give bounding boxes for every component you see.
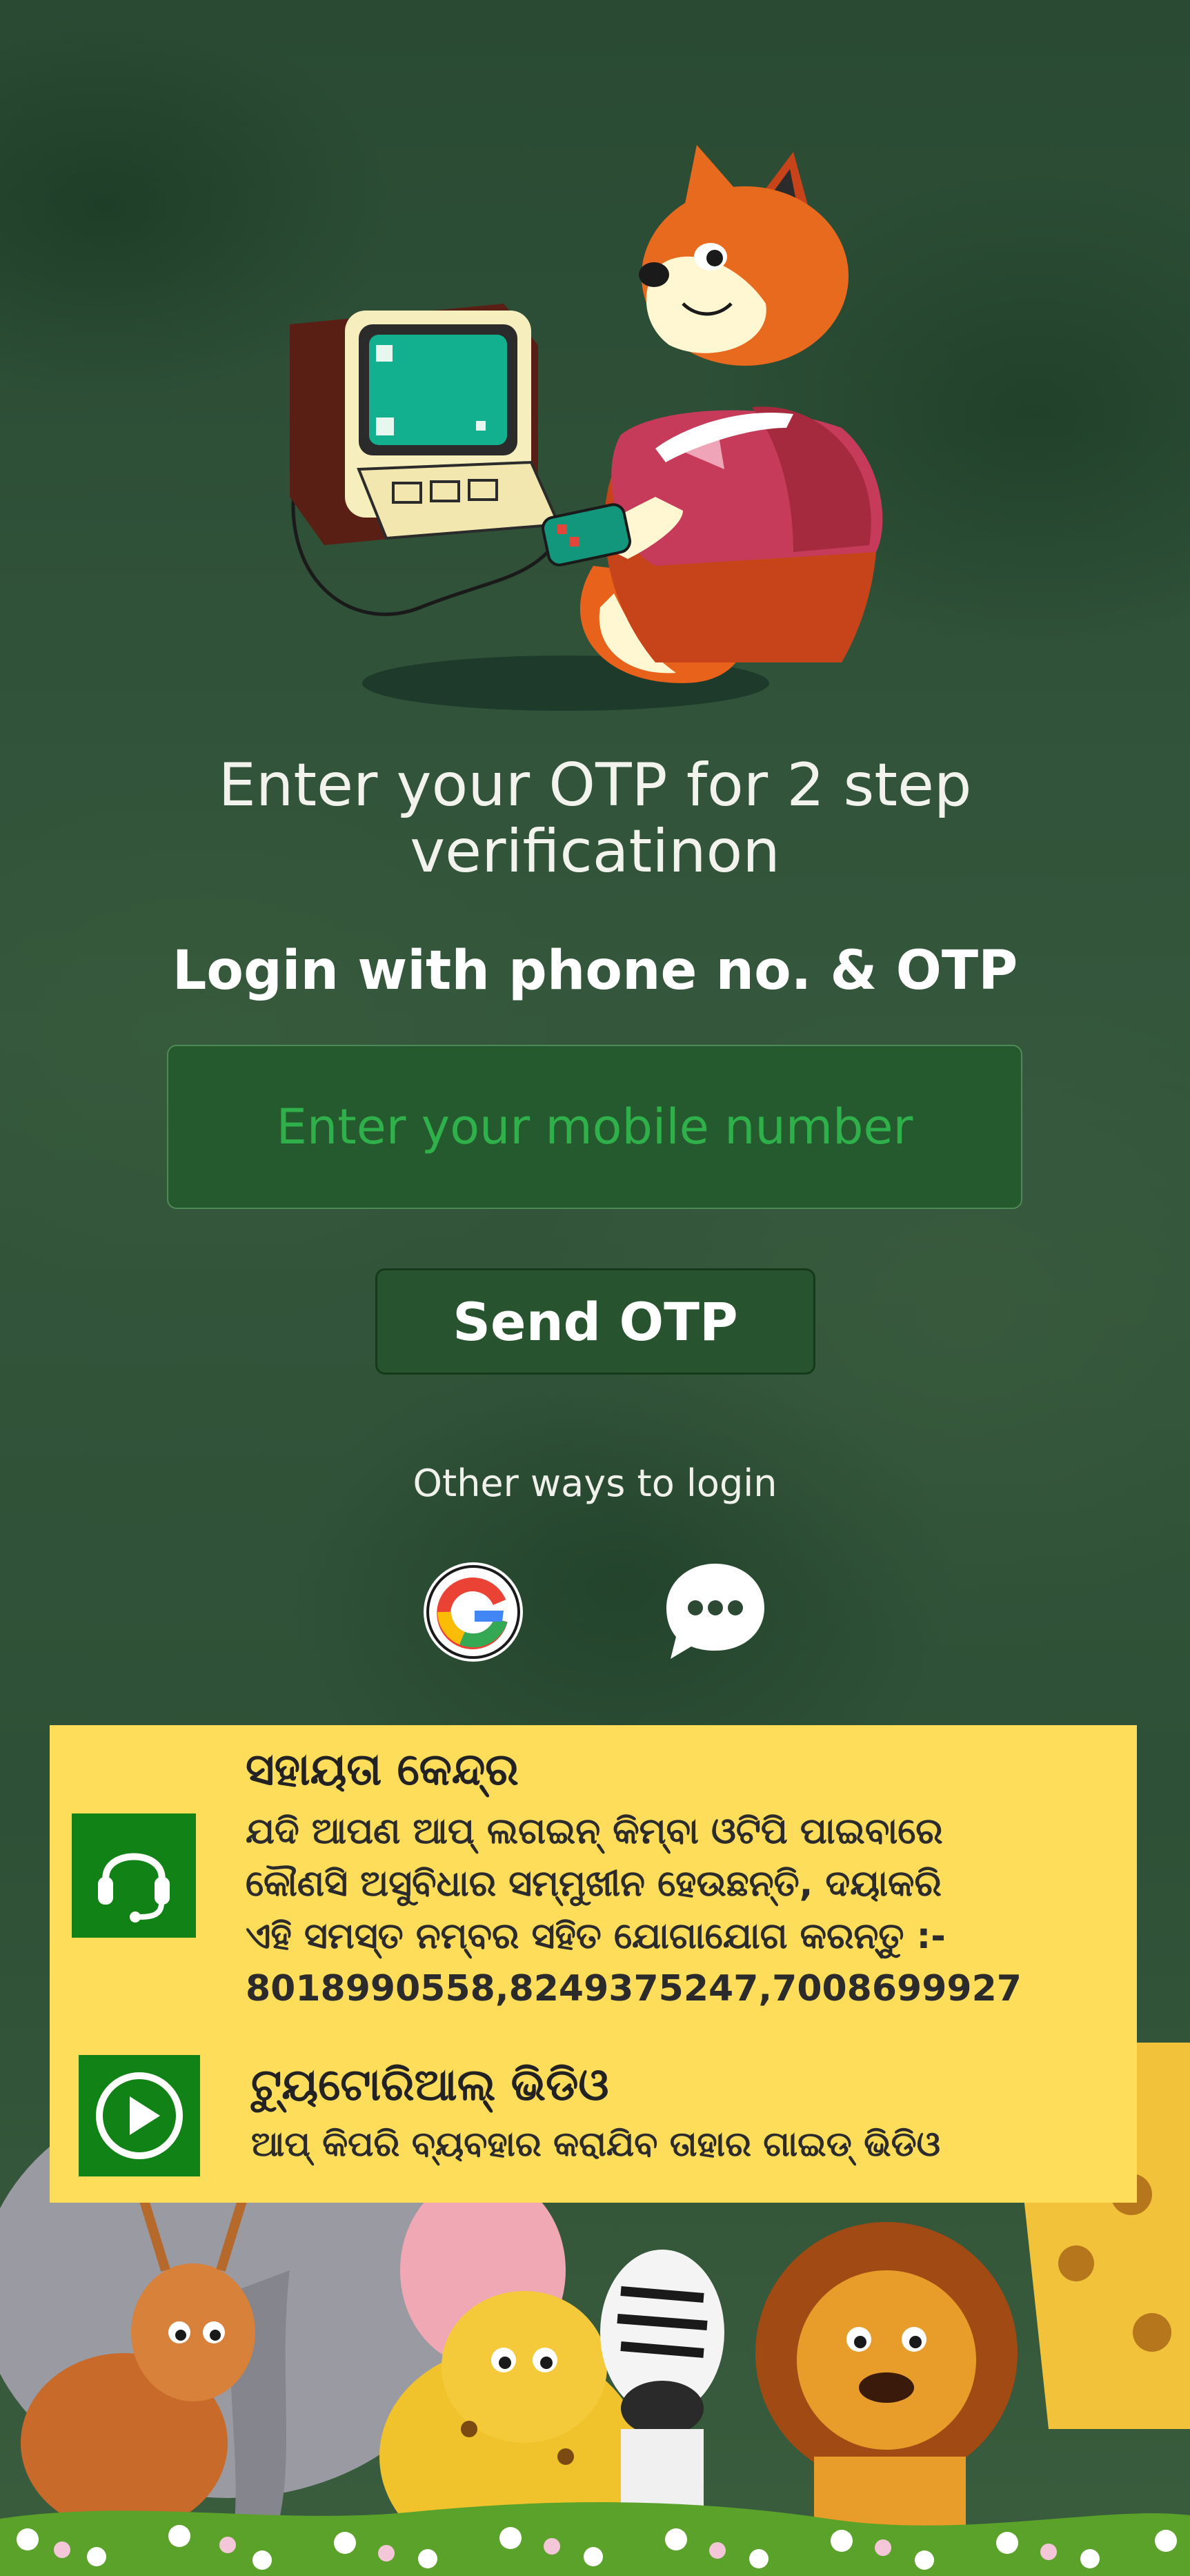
help-center-icon-box (72, 1813, 196, 1938)
chat-login-button[interactable] (661, 1558, 770, 1664)
help-line: ଏହି ସମସ୍ତ ନମ୍ବର ସହିତ ଯୋଗାଯୋଗ କରନ୍ତୁ :- (246, 1916, 946, 1957)
chat-bubble-icon (666, 1564, 764, 1659)
help-line: କୌଣସି ଅସୁବିଧାର ସମ୍ମୁଖୀନ ହେଉଛନ୍ତି, ଦୟାକରି (246, 1863, 942, 1905)
help-center-body: ଯଦି ଆପଣ ଆପ୍ ଲଗଇନ୍ କିମ୍ବା ଓଟିପି ପାଇବାରେ କ… (246, 1805, 1108, 2015)
page-title: Enter your OTP for 2 step verificatinon (218, 751, 972, 886)
headset-icon (98, 1853, 170, 1923)
fox-computer-mascot (290, 145, 883, 711)
help-center-title: ସହାୟତା କେନ୍ଦ୍ର (246, 1744, 519, 1796)
mobile-number-input[interactable] (167, 1045, 1022, 1209)
help-phone-numbers: 8018990558,8249375247,7008699927 (246, 1968, 1022, 2009)
tutorial-video-title[interactable]: ଟ୍ୟୁଟୋରିଆଲ୍ ଭିଡିଓ (251, 2060, 608, 2111)
tutorial-video-row[interactable] (50, 2033, 1137, 2203)
tutorial-video-icon-box[interactable] (79, 2055, 200, 2176)
google-icon (424, 1562, 523, 1662)
other-ways-label: Other ways to login (413, 1462, 777, 1505)
send-otp-button[interactable]: Send OTP (375, 1268, 815, 1375)
help-line: ଯଦି ଆପଣ ଆପ୍ ଲଗଇନ୍ କିମ୍ବା ଓଟିପି ପାଇବାରେ (246, 1811, 943, 1852)
google-login-button[interactable] (422, 1561, 524, 1663)
tutorial-video-subtitle: ଆପ୍ କିପରି ବ୍ୟବହାର କରାଯିବ ତାହାର ଗାଇଡ୍ ଭିଡ… (251, 2124, 941, 2164)
login-subtitle: Login with phone no. & OTP (172, 940, 1018, 1002)
play-icon (96, 2072, 183, 2159)
